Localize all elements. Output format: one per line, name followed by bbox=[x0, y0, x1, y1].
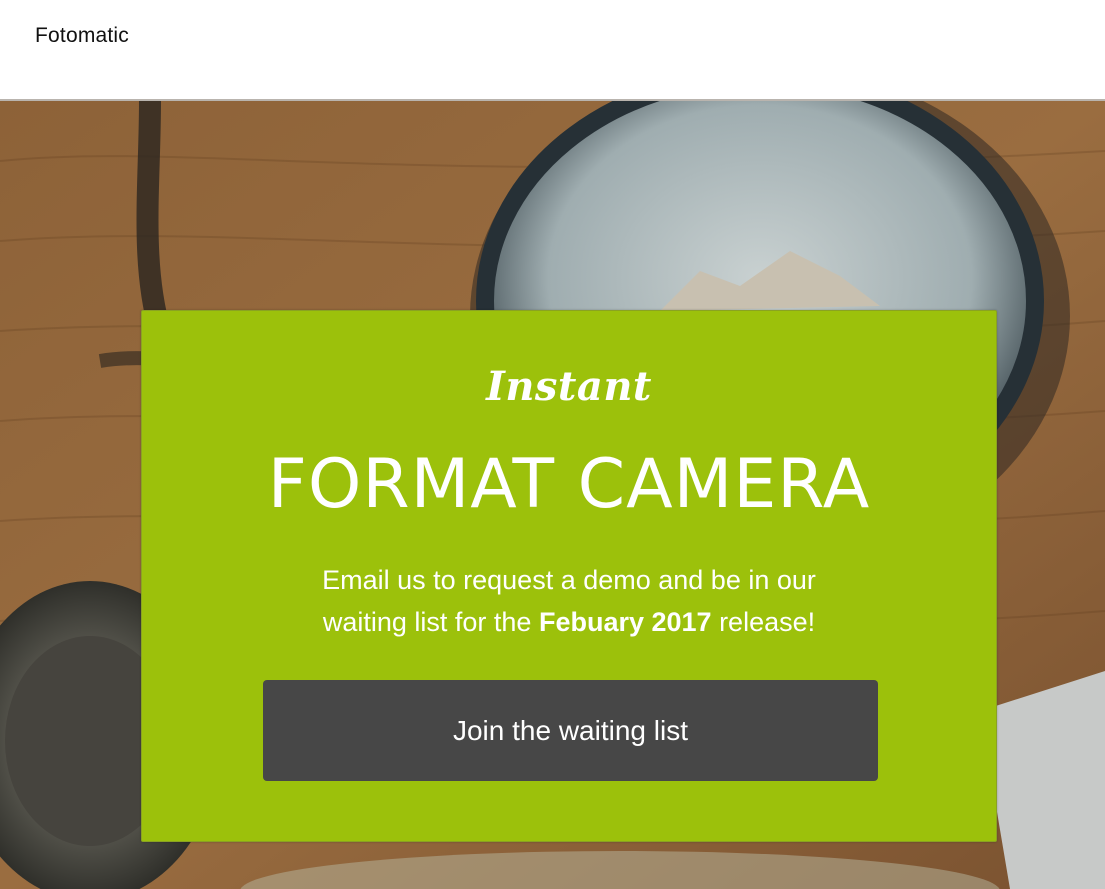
join-waiting-list-button[interactable]: Join the waiting list bbox=[263, 680, 878, 781]
brand-logo-link[interactable]: Fotomatic bbox=[35, 24, 129, 48]
lead-line-2-prefix: waiting list for the bbox=[322, 607, 539, 637]
release-date-emphasis: Febuary 2017 bbox=[538, 607, 712, 637]
signup-card: Instant FORMAT CAMERA Email us to reques… bbox=[141, 310, 997, 842]
top-navbar: Fotomatic bbox=[0, 0, 1105, 101]
eyebrow-text: Instant bbox=[486, 363, 652, 410]
lead-text: Email us to request a demo and be in our… bbox=[142, 559, 996, 643]
page-title: FORMAT CAMERA bbox=[267, 445, 871, 524]
lead-line-1: Email us to request a demo and be in our bbox=[322, 565, 816, 595]
lead-line-2-suffix: release! bbox=[711, 607, 816, 637]
